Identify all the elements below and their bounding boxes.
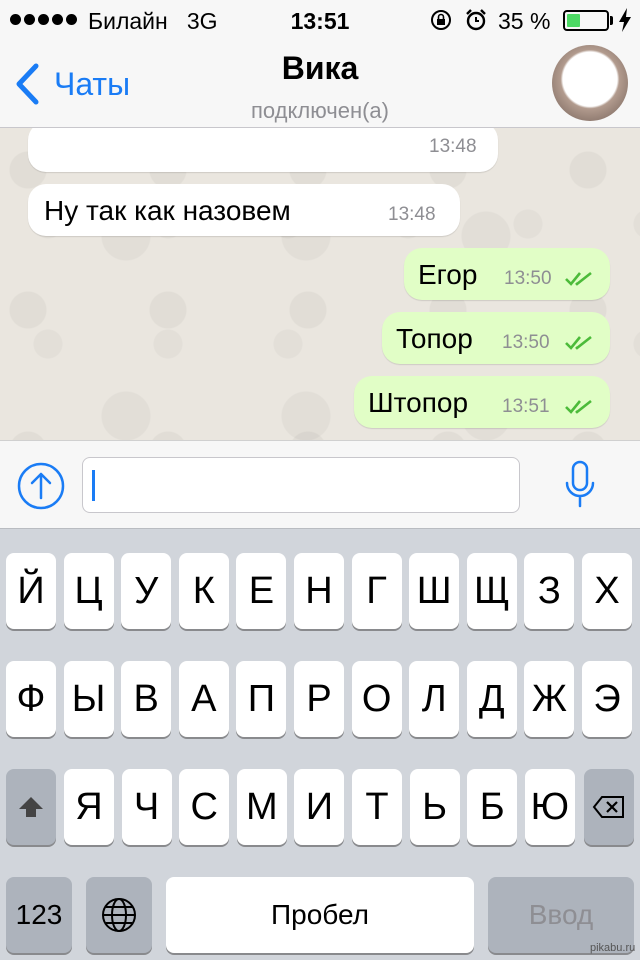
key-8[interactable]: Ш — [409, 553, 460, 629]
message-time: 13:50 — [502, 332, 550, 353]
return-key-label: Ввод — [528, 899, 594, 930]
attach-upload-icon[interactable] — [17, 462, 65, 510]
message-time: 13:50 — [504, 268, 552, 289]
read-receipt-icon — [565, 399, 592, 414]
key-8[interactable]: Л — [409, 661, 460, 737]
key-11[interactable]: Э — [582, 661, 632, 737]
message-text: Топор — [396, 323, 473, 354]
key-4[interactable]: А — [178, 661, 229, 737]
key-1[interactable]: Ф — [6, 661, 56, 737]
key-3[interactable]: У — [121, 553, 172, 629]
key-7[interactable]: Ь — [409, 769, 460, 845]
charging-bolt-icon — [619, 8, 631, 32]
key-9[interactable]: Ю — [524, 769, 575, 845]
key-1[interactable]: Й — [6, 553, 56, 629]
key-5[interactable]: Е — [236, 553, 287, 629]
battery-terminal — [610, 16, 613, 25]
key-5[interactable]: И — [294, 769, 345, 845]
read-receipt-icon — [565, 271, 592, 286]
status-bar: Билайн 3G 13:51 35 % — [0, 0, 640, 40]
message-bubble-outgoing[interactable]: Егор 13:50 — [404, 248, 610, 300]
battery-level-fill — [567, 14, 580, 27]
alarm-icon — [466, 9, 486, 31]
key-9[interactable]: Щ — [466, 553, 517, 629]
text-caret — [92, 470, 95, 501]
orientation-lock-icon — [431, 10, 451, 30]
key-3[interactable]: В — [121, 661, 172, 737]
backspace-key[interactable] — [584, 769, 634, 845]
key-10[interactable]: З — [524, 553, 575, 629]
key-6[interactable]: Т — [352, 769, 402, 845]
numbers-key[interactable]: 123 — [6, 877, 72, 953]
globe-icon — [102, 898, 136, 932]
key-11[interactable]: Х — [582, 553, 632, 629]
message-time: 13:51 — [502, 396, 550, 417]
shift-arrow-icon — [19, 797, 43, 817]
microphone-icon[interactable] — [564, 459, 596, 511]
key-4[interactable]: К — [178, 553, 229, 629]
space-key[interactable]: Пробел — [166, 877, 474, 953]
message-bubble-incoming[interactable]: 13:48 — [28, 128, 498, 172]
key-1[interactable]: Я — [64, 769, 114, 845]
key-2[interactable]: Ы — [63, 661, 114, 737]
keyboard: ЙЦУКЕНГШЩЗХ ФЫВАПРОЛДЖЭ ЯЧСМИТЬБЮ 123 Пр… — [0, 528, 640, 960]
message-bubble-incoming[interactable]: Ну так как назовем 13:48 — [28, 184, 460, 236]
chat-history[interactable]: 13:48 Ну так как назовем 13:48 Егор 13:5… — [0, 128, 640, 440]
key-8[interactable]: Б — [467, 769, 518, 845]
contact-name[interactable]: Вика — [0, 50, 640, 87]
key-6[interactable]: Р — [294, 661, 344, 737]
key-9[interactable]: Д — [466, 661, 517, 737]
key-10[interactable]: Ж — [524, 661, 575, 737]
key-7[interactable]: О — [351, 661, 402, 737]
message-bubble-outgoing[interactable]: Топор 13:50 — [382, 312, 610, 364]
globe-key[interactable] — [86, 877, 152, 953]
message-input-bar — [0, 440, 640, 528]
backspace-icon — [592, 796, 624, 818]
message-text: Ну так как назовем — [44, 195, 291, 226]
key-4[interactable]: М — [236, 769, 287, 845]
key-6[interactable]: Н — [294, 553, 344, 629]
watermark: pikabu.ru — [590, 942, 636, 954]
battery-icon — [563, 10, 609, 31]
message-text: Штопор — [368, 387, 469, 418]
message-input[interactable] — [82, 457, 520, 513]
key-5[interactable]: П — [236, 661, 287, 737]
message-text: Егор — [418, 259, 478, 290]
shift-key[interactable] — [6, 769, 56, 845]
read-receipt-icon — [565, 335, 592, 350]
battery-percent: 35 % — [498, 8, 551, 34]
message-bubble-outgoing[interactable]: Штопор 13:51 — [354, 376, 610, 428]
message-time: 13:48 — [388, 204, 436, 225]
key-2[interactable]: Ч — [121, 769, 172, 845]
key-3[interactable]: С — [179, 769, 230, 845]
navigation-bar: Чаты Вика подключен(а) — [0, 40, 640, 128]
contact-status: подключен(а) — [251, 98, 389, 123]
message-time: 13:48 — [429, 136, 477, 157]
key-2[interactable]: Ц — [63, 553, 114, 629]
avatar[interactable] — [552, 45, 628, 121]
key-7[interactable]: Г — [351, 553, 402, 629]
